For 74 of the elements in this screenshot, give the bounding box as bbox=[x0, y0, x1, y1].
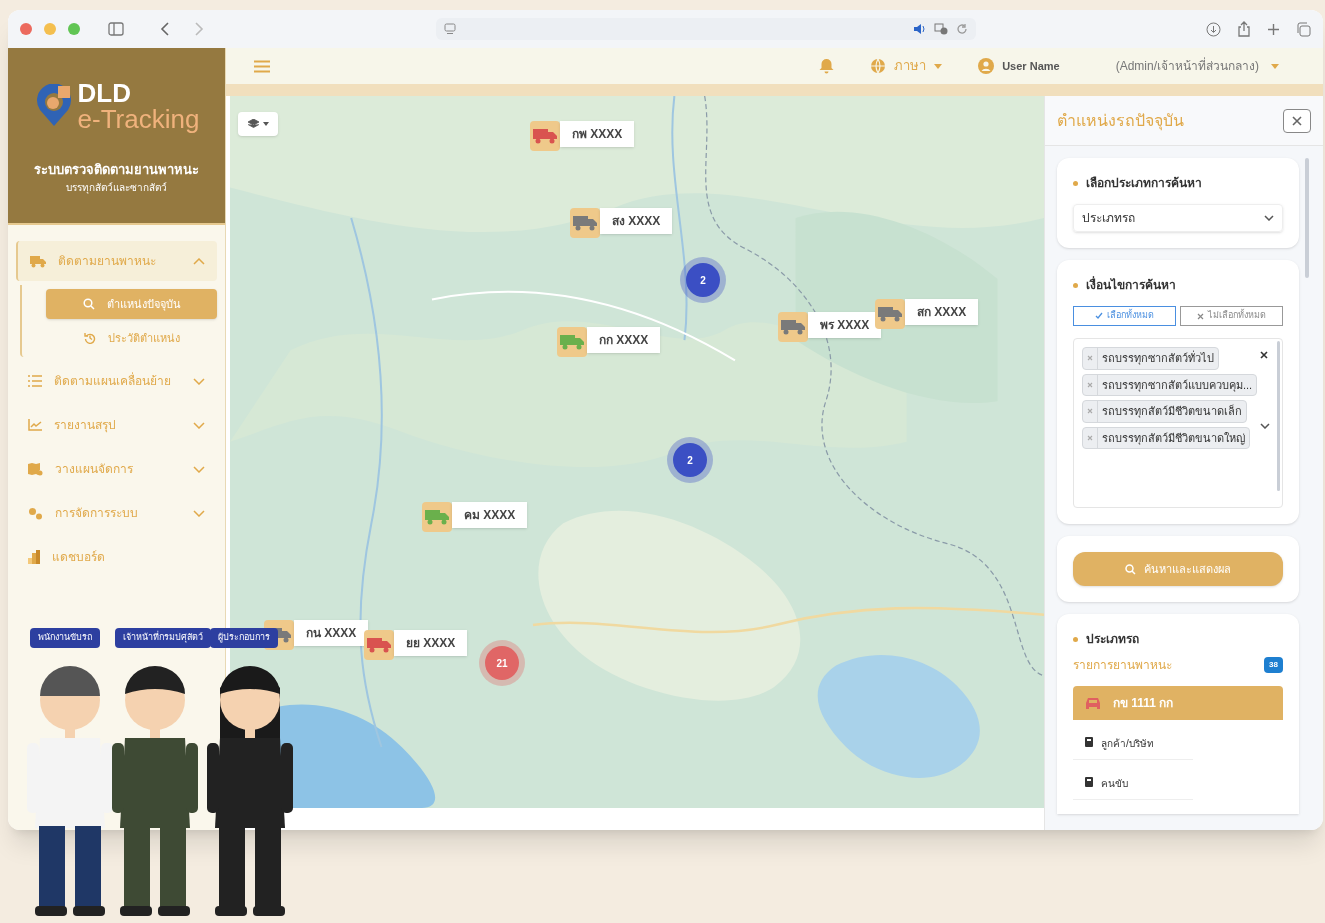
remove-icon[interactable] bbox=[1087, 381, 1093, 388]
user-avatar-icon[interactable] bbox=[978, 58, 995, 74]
section-label: เงื่อนไขการค้นหา bbox=[1086, 276, 1176, 294]
tabs-overview-icon[interactable] bbox=[1296, 21, 1311, 37]
caret-icon bbox=[262, 122, 269, 126]
menu-icon[interactable] bbox=[254, 59, 270, 73]
role-menu[interactable]: (Admin/เจ้าหน้าที่ส่วนกลาง) bbox=[1115, 57, 1279, 75]
line-chart-icon bbox=[28, 419, 42, 431]
multi-select-field[interactable]: รถบรรทุกซากสัตว์ทั่วไป รถบรรทุกซากสัตว์แบบควบคุม... รถบรรทุกสัตว์มีชีวิตขนาดเล็ก รถบรรทุกสัตว์มีชีวิตขนาดใหญ่ bbox=[1073, 338, 1283, 508]
search-type-select[interactable]: ประเภทรถ bbox=[1073, 204, 1283, 232]
chevron-icon bbox=[1264, 215, 1274, 221]
new-tab-icon[interactable] bbox=[1267, 22, 1280, 36]
select-all-button[interactable]: เลือกทั้งหมด bbox=[1073, 306, 1176, 326]
section-label: เลือกประเภทการค้นหา bbox=[1086, 175, 1202, 192]
truck-icon bbox=[30, 254, 46, 268]
bell-icon[interactable] bbox=[819, 58, 835, 74]
tag-chip[interactable]: รถบรรทุกสัตว์มีชีวิตขนาดใหญ่ bbox=[1082, 426, 1250, 449]
close-icon bbox=[1197, 312, 1204, 320]
search-icon bbox=[82, 298, 95, 310]
count-badge: 38 bbox=[1264, 657, 1283, 673]
caret-icon bbox=[934, 63, 943, 69]
car-icon bbox=[1085, 696, 1101, 710]
id-card-icon bbox=[1085, 777, 1093, 787]
download-icon[interactable] bbox=[1206, 21, 1221, 37]
field-label: ลูกค้า/บริษัท bbox=[1101, 737, 1154, 751]
check-icon bbox=[1095, 312, 1103, 320]
reload-icon[interactable] bbox=[956, 23, 968, 35]
scrollbar[interactable] bbox=[1305, 158, 1309, 278]
layers-button[interactable] bbox=[238, 112, 278, 136]
role-badge: พนักงานขับรถ bbox=[30, 628, 100, 648]
bullet-icon bbox=[1073, 636, 1078, 642]
list-icon bbox=[28, 375, 42, 387]
globe-icon bbox=[870, 58, 887, 74]
list-title: รายการยานพาหนะ bbox=[1073, 657, 1172, 674]
bullet-icon bbox=[1073, 282, 1078, 288]
tag-chip[interactable]: รถบรรทุกซากสัตว์ทั่วไป bbox=[1082, 347, 1219, 370]
field-label: คนขับ bbox=[1101, 777, 1128, 791]
system-title: ระบบตรวจติดตามยานพาหนะ bbox=[34, 161, 199, 179]
forward-icon[interactable] bbox=[194, 22, 204, 36]
translate-icon[interactable] bbox=[934, 23, 948, 35]
minimize-window-icon[interactable] bbox=[44, 23, 56, 35]
panel-title: ตำแหน่งรถปัจจุบัน bbox=[1057, 110, 1184, 133]
remove-icon[interactable] bbox=[1087, 355, 1093, 362]
system-subtitle: บรรทุกสัตว์และซากสัตว์ bbox=[66, 180, 167, 195]
page-icon bbox=[444, 23, 456, 35]
tag-chip[interactable]: รถบรรทุกซากสัตว์แบบควบคุม... bbox=[1082, 373, 1258, 396]
remove-icon[interactable] bbox=[1087, 434, 1093, 441]
id-card-icon bbox=[1085, 737, 1093, 747]
caret-icon bbox=[1271, 63, 1279, 69]
back-icon[interactable] bbox=[160, 22, 170, 36]
bar-chart-icon bbox=[28, 550, 40, 564]
close-icon bbox=[1292, 115, 1302, 126]
close-window-icon[interactable] bbox=[20, 23, 32, 35]
tag-chip[interactable]: รถบรรทุกสัตว์มีชีวิตขนาดเล็ก bbox=[1082, 400, 1247, 423]
maximize-window-icon[interactable] bbox=[68, 23, 80, 35]
section-label: ประเภทรถ bbox=[1086, 631, 1139, 648]
clear-icon[interactable] bbox=[1260, 351, 1268, 359]
deselect-all-button[interactable]: ไม่เลือกทั้งหมด bbox=[1180, 306, 1283, 326]
share-icon[interactable] bbox=[1237, 21, 1251, 37]
role-badge: เจ้าหน้าที่กรมปศุสัตว์ bbox=[115, 628, 211, 648]
speaker-icon[interactable] bbox=[913, 23, 926, 35]
layers-icon bbox=[247, 119, 259, 129]
logo-text: e-Tracking bbox=[77, 106, 200, 132]
user-name: User Name bbox=[1002, 58, 1060, 74]
remove-icon[interactable] bbox=[1087, 408, 1093, 415]
scrollbar[interactable] bbox=[1277, 341, 1280, 491]
chevron-icon[interactable] bbox=[1260, 423, 1270, 429]
role-badge: ผู้ประกอบการ bbox=[210, 628, 278, 648]
close-button[interactable] bbox=[1283, 108, 1311, 133]
bullet-icon bbox=[1073, 180, 1078, 186]
logo-text: DLD bbox=[77, 80, 132, 106]
history-icon bbox=[83, 332, 96, 344]
sidebar-toggle-icon[interactable] bbox=[108, 22, 124, 36]
search-icon bbox=[1125, 563, 1136, 575]
